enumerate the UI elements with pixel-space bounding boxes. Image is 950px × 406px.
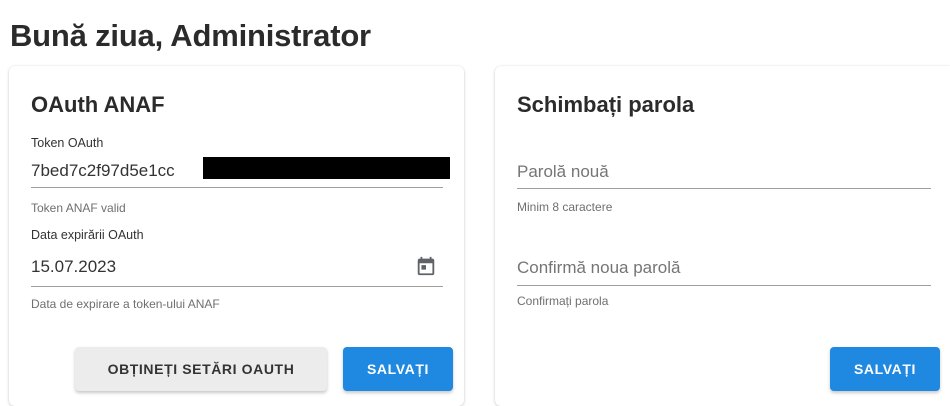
confirm-password-underline xyxy=(517,285,931,286)
expiry-field-value[interactable]: 15.07.2023 xyxy=(31,257,116,277)
token-field-value[interactable]: 7bed7c2f97d5e1cc xyxy=(31,161,175,181)
token-field-label: Token OAuth xyxy=(31,136,104,150)
oauth-save-button[interactable]: SALVAȚI xyxy=(343,347,453,391)
token-field-underline xyxy=(31,187,443,188)
get-oauth-settings-button[interactable]: OBȚINEȚI SETĂRI OAUTH xyxy=(75,347,327,391)
expiry-field-underline xyxy=(31,286,443,287)
confirm-password-hint: Confirmați parola xyxy=(517,294,609,308)
new-password-hint: Minim 8 caractere xyxy=(517,200,613,214)
password-save-button[interactable]: SALVAȚI xyxy=(830,347,940,391)
oauth-card: OAuth ANAF Token OAuth 7bed7c2f97d5e1cc … xyxy=(9,66,464,406)
password-card-title: Schimbați parola xyxy=(517,92,695,117)
redaction-bar xyxy=(203,157,450,179)
password-card: Schimbați parola Parolă nouă Minim 8 car… xyxy=(495,66,950,406)
new-password-placeholder[interactable]: Parolă nouă xyxy=(517,162,609,182)
calendar-icon[interactable] xyxy=(415,255,437,277)
page-greeting: Bună ziua, Administrator xyxy=(10,18,371,53)
oauth-card-title: OAuth ANAF xyxy=(31,92,165,117)
expiry-field-hint: Data de expirare a token-ului ANAF xyxy=(31,297,220,311)
new-password-underline xyxy=(517,188,931,189)
token-field-hint: Token ANAF valid xyxy=(31,201,126,215)
expiry-field-label: Data expirării OAuth xyxy=(31,228,144,242)
confirm-password-placeholder[interactable]: Confirmă noua parolă xyxy=(517,258,680,278)
